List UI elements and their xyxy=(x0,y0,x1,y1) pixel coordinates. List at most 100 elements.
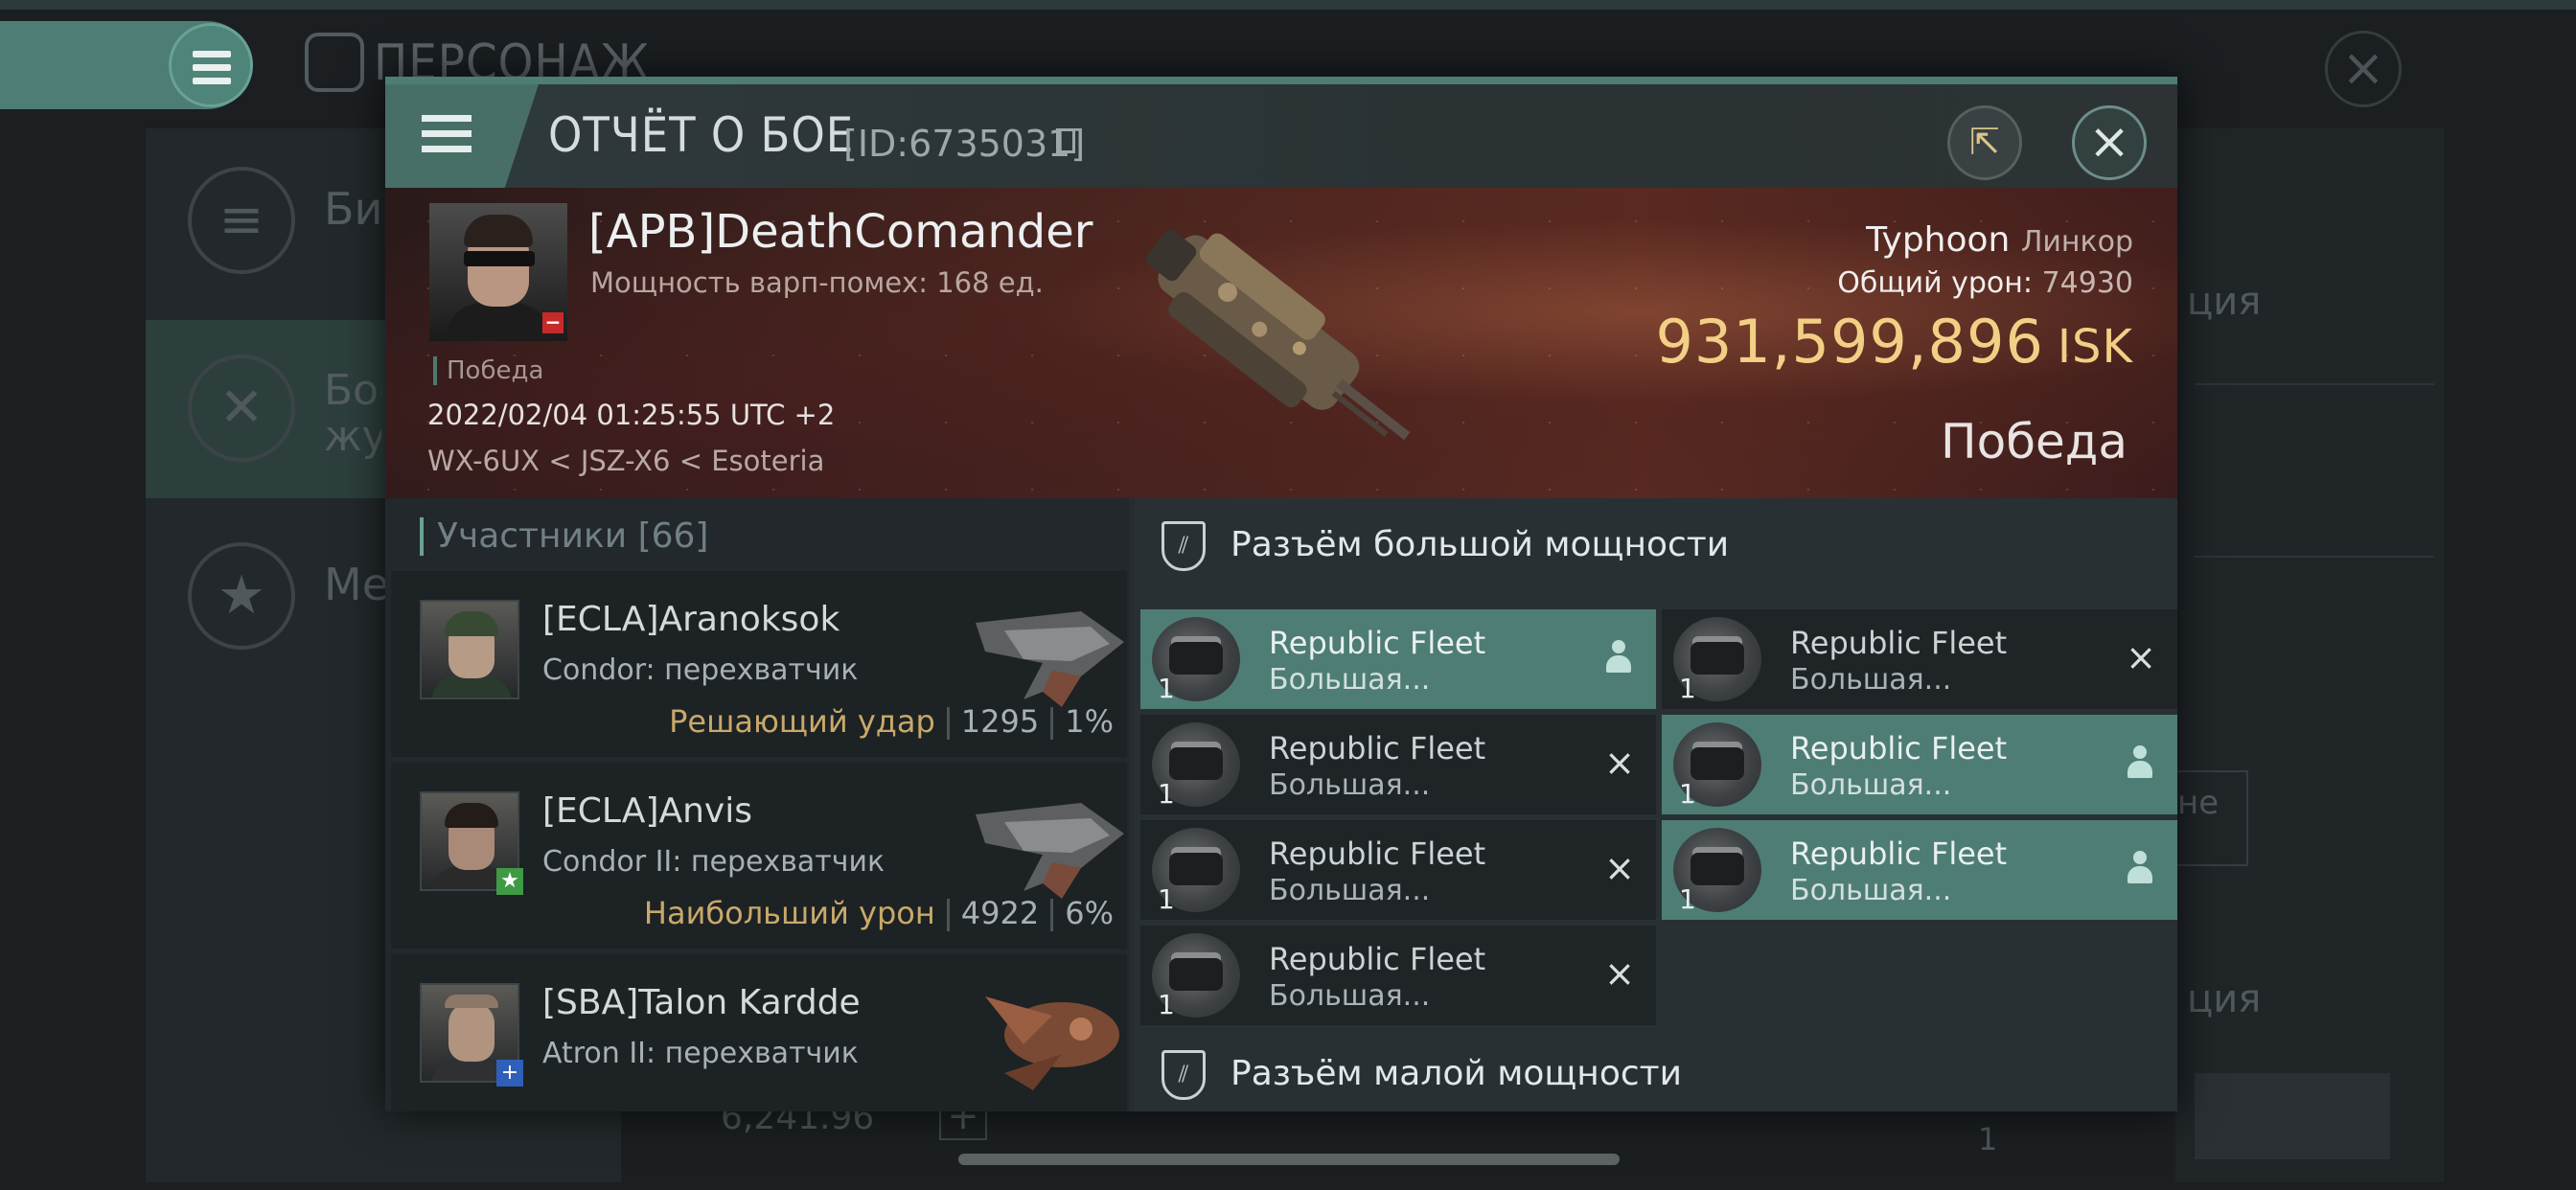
module-qty: 1 xyxy=(1158,778,1175,810)
participant-name: [ECLA]Anvis xyxy=(542,791,752,831)
module-qty: 1 xyxy=(1158,673,1175,704)
report-id: [ID:6735031] xyxy=(843,123,1086,165)
participant-ship-image xyxy=(976,803,1124,899)
participant-percent: 1% xyxy=(1065,703,1114,740)
dropped-person-icon xyxy=(1604,640,1633,675)
module-item[interactable]: 1 Republic Fleet Большая... × xyxy=(1140,715,1656,814)
home-indicator[interactable] xyxy=(958,1154,1620,1165)
victim-banner: − [APB]DeathComander Мощность варп-помех… xyxy=(385,188,2177,498)
low-slot-icon: ⫽ xyxy=(1162,1050,1206,1100)
participant-card[interactable]: ★ [ECLA]Anvis Condor II: перехватчик Наи… xyxy=(391,763,1127,949)
participant-name: [ECLA]Aranoksok xyxy=(542,600,840,639)
participant-stats: Решающий удар 1295 1% xyxy=(669,703,1114,740)
module-item[interactable]: 1 Republic Fleet Большая... xyxy=(1662,820,2177,920)
isk-unit: ISK xyxy=(2057,320,2133,374)
module-name-sub: Большая... xyxy=(1269,663,1431,697)
avatar xyxy=(420,600,519,699)
participant-damage: 1295 xyxy=(960,703,1040,740)
participant-card[interactable]: + [SBA]Talon Kardde Atron II: перехватчи… xyxy=(391,954,1127,1111)
destroyed-x-icon: × xyxy=(1604,847,1635,889)
module-name-sub: Большая... xyxy=(1269,874,1431,907)
star-badge-icon: ★ xyxy=(496,868,523,895)
ship-image xyxy=(1146,230,1411,441)
combat-report-modal: ОТЧЁТ О БОЕ [ID:6735031] ⇱ × − [APB]Deat… xyxy=(385,77,2177,1111)
result-label: Победа xyxy=(1941,414,2128,469)
final-blow-tag: Решающий удар xyxy=(669,703,935,740)
right-panel-text: ция xyxy=(2187,280,2262,324)
hamburger-icon xyxy=(422,115,472,161)
share-icon: ⇱ xyxy=(1969,121,2000,163)
participants-panel: Участники [66] [ECLA]Aranoksok Condor: п… xyxy=(385,498,1129,1111)
ship-class: Линкор xyxy=(2020,225,2133,259)
main-menu-button[interactable] xyxy=(169,23,253,107)
sidebar-item-label: Боевой журнал xyxy=(324,368,381,460)
fitting-panel: ⫽ Разъём большой мощности 1 Republic Fle… xyxy=(1135,498,2177,1111)
participant-ship-image xyxy=(985,996,1119,1090)
modal-menu-button[interactable] xyxy=(385,84,539,188)
module-qty: 1 xyxy=(1679,778,1696,810)
victim-name[interactable]: [APB]DeathComander xyxy=(588,205,1093,259)
share-button[interactable]: ⇱ xyxy=(1947,105,2022,180)
participant-stats: Наибольший урон 4922 6% xyxy=(644,895,1114,931)
character-icon xyxy=(305,33,364,92)
module-name-sub: Большая... xyxy=(1269,979,1431,1013)
participant-ship: Condor: перехватчик xyxy=(542,653,859,687)
kill-location[interactable]: WX-6UX < JSZ-X6 < Esoteria xyxy=(427,445,824,477)
module-item[interactable]: 1 Republic Fleet Большая... × xyxy=(1662,609,2177,709)
ship-type: Typhoon xyxy=(1866,220,2011,260)
participants-label: Участники xyxy=(437,516,628,556)
isk-amount: 931,599,896 xyxy=(1655,307,2044,377)
total-damage: Общий урон: 74930 xyxy=(1837,266,2133,300)
low-slot-title: Разъём малой мощности xyxy=(1230,1054,1683,1093)
participants-count: [66] xyxy=(637,516,709,556)
kill-timestamp: 2022/02/04 01:25:55 UTC +2 xyxy=(427,399,836,431)
high-slot-section: ⫽ Разъём большой мощности xyxy=(1135,498,2177,594)
module-name: Republic Fleet xyxy=(1269,835,1486,872)
quantity-value: 1 xyxy=(1978,1121,1998,1157)
background-close-icon[interactable]: × xyxy=(2325,31,2402,107)
top-strip xyxy=(0,0,2576,10)
participant-card[interactable]: [ECLA]Aranoksok Condor: перехватчик Реша… xyxy=(391,571,1127,757)
module-name: Republic Fleet xyxy=(1790,835,2008,872)
destroyed-x-icon: × xyxy=(1604,952,1635,995)
module-item[interactable]: 1 Republic Fleet Большая... xyxy=(1140,609,1656,709)
hostile-badge-icon: − xyxy=(542,312,564,333)
module-qty: 1 xyxy=(1679,883,1696,915)
hamburger-icon xyxy=(193,51,231,91)
module-name: Republic Fleet xyxy=(1790,625,2008,661)
top-damage-tag: Наибольший урон xyxy=(643,895,935,931)
star-badge-icon: ★ xyxy=(188,542,295,650)
isk-value: 931,599,896 ISK xyxy=(1655,307,2133,377)
close-button[interactable]: × xyxy=(2072,105,2147,180)
participant-damage: 4922 xyxy=(960,895,1040,931)
total-damage-label: Общий урон: xyxy=(1837,266,2034,300)
high-slot-title: Разъём большой мощности xyxy=(1230,525,1730,564)
participant-ship-image xyxy=(976,611,1124,707)
right-panel-text: ция xyxy=(2187,977,2262,1021)
copy-icon[interactable] xyxy=(1056,128,1075,153)
participant-ship: Condor II: перехватчик xyxy=(542,845,886,879)
high-slot-icon: ⫽ xyxy=(1162,521,1206,571)
module-name: Republic Fleet xyxy=(1269,625,1486,661)
filter-button[interactable] xyxy=(2195,1073,2390,1159)
module-qty: 1 xyxy=(1679,673,1696,704)
participant-percent: 6% xyxy=(1065,895,1114,931)
participants-header: Участники [66] xyxy=(420,517,708,556)
menu-lines-icon: ≡ xyxy=(188,167,295,274)
dropped-person-icon xyxy=(2126,851,2154,885)
warp-strength: Мощность варп-помех: 168 ед. xyxy=(590,266,1044,299)
total-damage-value: 74930 xyxy=(2041,266,2133,300)
module-name-sub: Большая... xyxy=(1790,768,1952,802)
destroyed-x-icon: × xyxy=(2126,636,2156,678)
module-item[interactable]: 1 Republic Fleet Большая... × xyxy=(1140,926,1656,1025)
module-item[interactable]: 1 Republic Fleet Большая... × xyxy=(1140,820,1656,920)
ship-name[interactable]: Typhoon Линкор xyxy=(1866,220,2133,260)
modal-header: ОТЧЁТ О БОЕ [ID:6735031] ⇱ × xyxy=(385,84,2177,188)
modal-title: ОТЧЁТ О БОЕ xyxy=(548,107,855,163)
dropped-person-icon xyxy=(2126,745,2154,780)
module-name-sub: Большая... xyxy=(1790,663,1952,697)
module-item[interactable]: 1 Republic Fleet Большая... xyxy=(1662,715,2177,814)
close-icon: × xyxy=(2088,113,2130,171)
crossed-swords-icon: ✕ xyxy=(188,355,295,462)
low-slot-section: ⫽ Разъём малой мощности xyxy=(1135,1027,2177,1111)
